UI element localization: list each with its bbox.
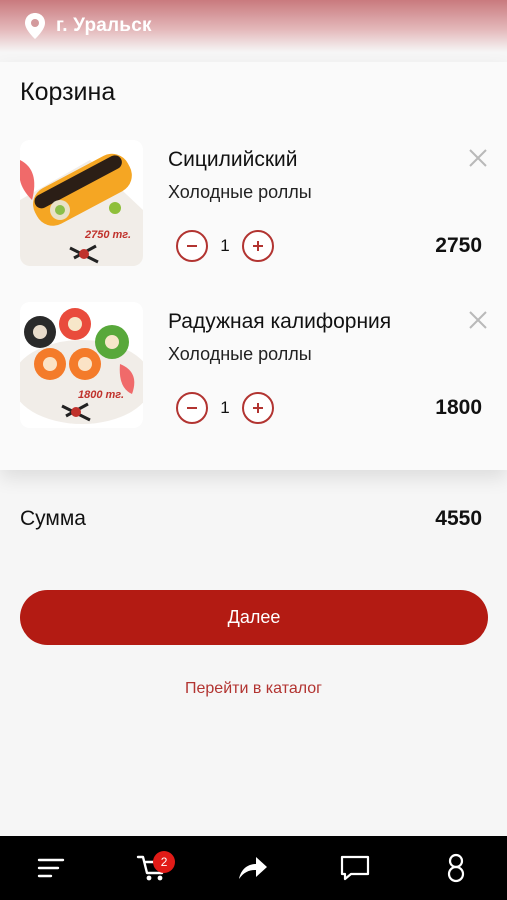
cart-badge: 2 (153, 851, 176, 873)
item-category: Холодные роллы (168, 182, 312, 202)
nav-profile[interactable] (431, 843, 481, 893)
decrease-button[interactable] (176, 230, 208, 262)
cart-card: Корзина 2750 тг. Сицилийский Холодные ро… (0, 62, 507, 470)
nav-cart[interactable]: 2 (127, 843, 177, 893)
bottom-nav: 2 (0, 836, 507, 900)
remove-item-button[interactable] (466, 308, 490, 332)
city-selector[interactable]: г. Уральск (56, 15, 152, 37)
go-to-catalog-link[interactable]: Перейти в каталог (0, 680, 507, 698)
cart-item: 1800 тг. Радужная калифорния Холодные ро… (0, 302, 507, 432)
close-icon (469, 149, 487, 167)
item-price: 1800 (435, 396, 482, 419)
item-category: Холодные роллы (168, 344, 312, 364)
item-name: Радужная калифорния (168, 310, 392, 333)
minus-icon (187, 245, 197, 247)
nav-share[interactable] (228, 843, 278, 893)
page-title: Корзина (20, 78, 116, 106)
item-name: Сицилийский (168, 148, 298, 171)
location-pin-icon (24, 12, 46, 40)
increase-button[interactable] (242, 230, 274, 262)
quantity-stepper: 1 (176, 392, 274, 424)
chat-bubble-icon (340, 855, 369, 881)
item-price: 2750 (435, 234, 482, 257)
product-image: 2750 тг. (20, 140, 143, 266)
quantity-value: 1 (220, 236, 230, 255)
sum-label: Сумма (20, 507, 86, 530)
nav-menu[interactable] (26, 843, 76, 893)
cart-item: 2750 тг. Сицилийский Холодные роллы 1 27… (0, 140, 507, 270)
product-image: 1800 тг. (20, 302, 143, 428)
user-icon (448, 853, 465, 883)
decrease-button[interactable] (176, 392, 208, 424)
close-icon (469, 311, 487, 329)
quantity-stepper: 1 (176, 230, 274, 262)
top-bar: г. Уральск (0, 0, 507, 52)
increase-button[interactable] (242, 392, 274, 424)
nav-chat[interactable] (330, 843, 380, 893)
next-button[interactable]: Далее (20, 590, 488, 645)
image-price-tag: 2750 тг. (84, 229, 131, 241)
menu-icon (37, 858, 64, 878)
share-arrow-icon (239, 857, 268, 879)
image-price-tag: 1800 тг. (78, 389, 124, 401)
plus-icon (253, 403, 263, 413)
quantity-value: 1 (220, 398, 230, 417)
plus-icon (253, 241, 263, 251)
minus-icon (187, 407, 197, 409)
remove-item-button[interactable] (466, 146, 490, 170)
sum-value: 4550 (435, 507, 482, 530)
